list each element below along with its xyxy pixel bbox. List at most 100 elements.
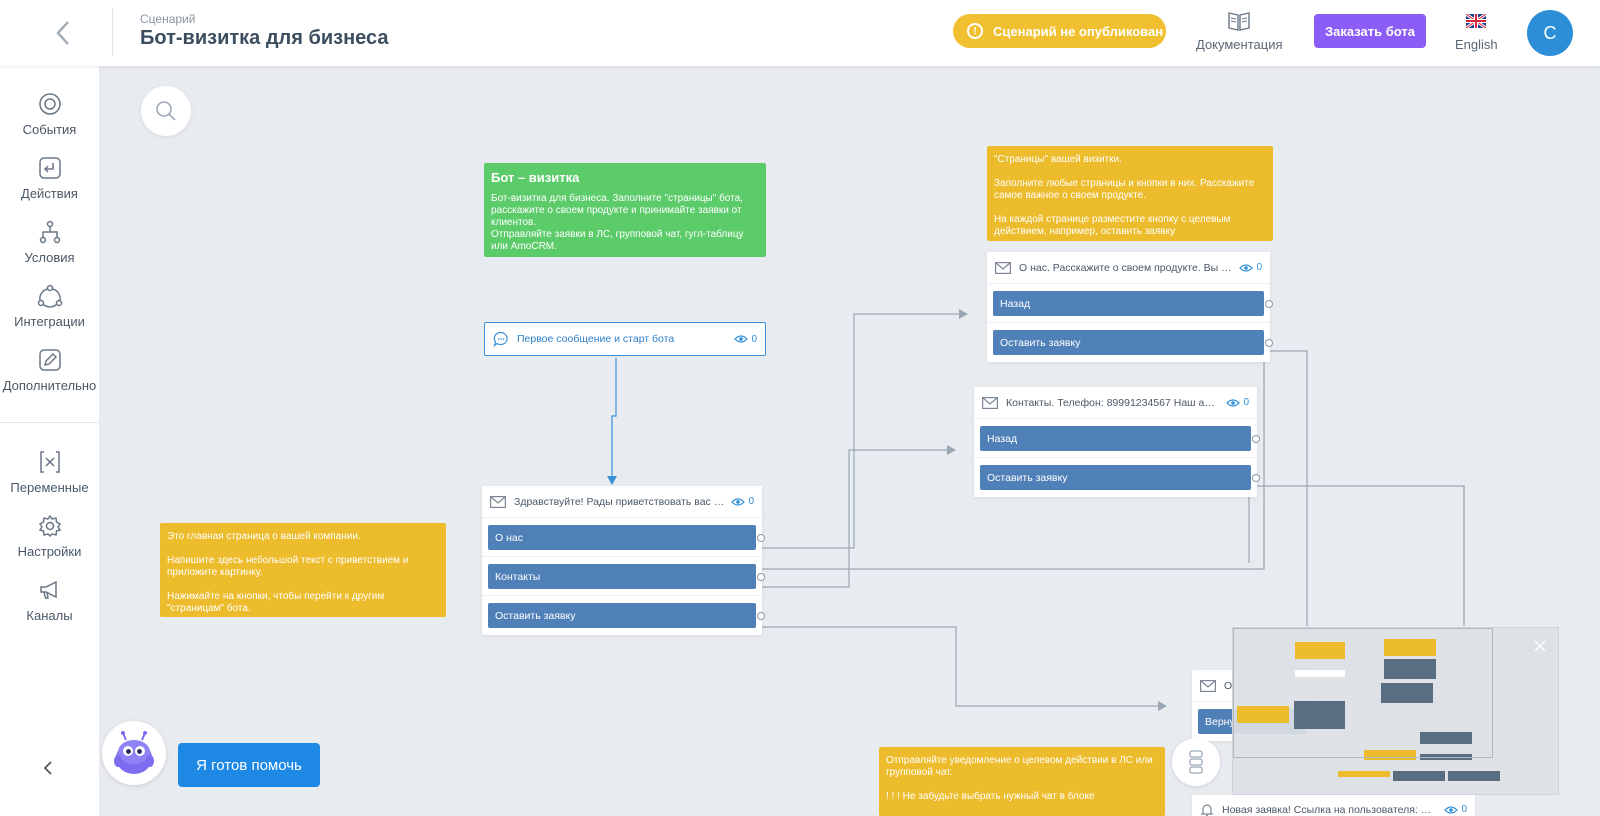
layout-tool-button[interactable] [1172,738,1220,786]
docs-label: Документация [1196,37,1283,52]
sidebar-item-variables[interactable]: Переменные [0,448,99,495]
views-count: 0 [1243,397,1249,408]
sidebar-item-label: Условия [24,250,75,265]
envelope-icon [995,261,1011,274]
eye-icon [734,335,749,343]
order-bot-button[interactable]: Заказать бота [1314,14,1426,48]
chevron-left-icon [56,21,69,45]
block-views: 0 [1239,262,1262,273]
back-button[interactable] [36,14,90,52]
block-views: 0 [1226,397,1249,408]
eye-icon [1226,398,1241,407]
button-row: Назад [974,419,1260,458]
eye-icon [1444,805,1459,814]
block-message-text: О нас. Расскажите о своем продукте. Вы м… [1019,261,1234,274]
pages-note-line-1: "Страницы" вашей визитки. [994,154,1122,165]
edit-icon [38,349,61,371]
warning-icon: ! [967,23,983,39]
start-block[interactable]: Первое сообщение и старт бота 0 [484,322,766,356]
minimap-viewport[interactable] [1233,628,1493,758]
page-title: Бот-визитка для бизнеса [140,27,389,49]
block-views: 0 [731,496,754,507]
contacts-message-block[interactable]: Контакты. Телефон: 89991234567 Наш адр..… [974,387,1260,497]
connector-port[interactable] [1265,339,1273,347]
block-message-text: Здравствуйте! Рады приветствовать вас в … [514,495,726,508]
flow-button-request[interactable]: Оставить заявку [980,465,1251,490]
connector-port[interactable] [757,573,765,581]
block-views: 0 [1444,804,1467,815]
flow-button-about[interactable]: О нас [488,525,756,550]
about-message-block[interactable]: О нас. Расскажите о своем продукте. Вы м… [987,252,1273,362]
sidebar-item-settings[interactable]: Настройки [0,512,99,559]
main-note-line-2: Напишите здесь небольшой текст с приветс… [167,555,409,578]
button-row: Назад [987,284,1273,323]
language-label: English [1455,37,1498,52]
welcome-message-block[interactable]: Здравствуйте! Рады приветствовать вас в … [482,486,765,635]
flow-button-back[interactable]: Назад [980,426,1251,451]
sidebar-item-channels[interactable]: Каналы [0,576,99,623]
block-header: О нас. Расскажите о своем продукте. Вы м… [987,252,1270,284]
minimap[interactable] [1232,627,1559,795]
canvas-search-button[interactable] [141,86,191,136]
connector-port[interactable] [757,534,765,542]
sidebar-item-additional[interactable]: Дополнительно [0,346,99,393]
connector-port[interactable] [757,612,765,620]
minimap-node [1448,771,1500,781]
flow-button-request[interactable]: Оставить заявку [993,330,1264,355]
pages-note-line-3: На каждой странице разместите кнопку с ц… [994,214,1231,237]
chevron-left-icon [43,761,52,775]
main-note-line-3: Нажимайте на кнопки, чтобы перейти к дру… [167,591,385,614]
block-message-text: Контакты. Телефон: 89991234567 Наш адр..… [1006,396,1221,409]
flow-button-contacts[interactable]: Контакты [488,564,756,589]
breadcrumb: Сценарий [140,12,196,26]
book-icon [1228,12,1250,31]
connector-port[interactable] [1252,435,1260,443]
sidebar-item-actions[interactable]: Действия [0,154,99,201]
gear-icon [38,514,61,538]
sidebar-item-integrations[interactable]: Интеграции [0,282,99,329]
publish-status-badge[interactable]: ! Сценарий не опубликован [953,14,1166,48]
flow-canvas[interactable]: Бот – визитка Бот-визитка для бизнеса. З… [99,66,1600,816]
sidebar-item-label: События [22,122,77,137]
language-switch[interactable]: English [1455,10,1498,52]
collapse-sidebar-button[interactable] [36,756,60,780]
return-arrow-icon [38,157,61,179]
views-count: 0 [1461,804,1467,815]
sidebar-item-label: Настройки [17,544,82,559]
sidebar-item-label: Действия [21,186,78,201]
minimap-close-button[interactable] [1532,638,1548,654]
robot-mascot-icon [114,731,154,774]
block-message-text: Новая заявка! Ссылка на пользователя: %u… [1222,803,1439,816]
notify-message-block[interactable]: Новая заявка! Ссылка на пользователя: %u… [1192,795,1475,816]
ready-to-help-button[interactable]: Я готов помочь [178,743,320,787]
docs-link[interactable]: Документация [1196,10,1283,52]
button-row: Оставить заявку [987,323,1273,362]
views-count: 0 [751,333,757,345]
flow-button-request[interactable]: Оставить заявку [488,603,756,628]
block-header: Здравствуйте! Рады приветствовать вас в … [482,486,762,518]
pages-note[interactable]: "Страницы" вашей визитки. Заполните любы… [987,146,1273,241]
sidebar-item-events[interactable]: События [0,90,99,137]
flow-button-back[interactable]: Назад [993,291,1264,316]
sidebar-item-label: Переменные [10,480,89,495]
cycle-icon [37,284,62,308]
main-note-line-1: Это главная страница о вашей компании. [167,531,361,542]
target-icon [38,93,61,115]
assistant-avatar[interactable] [102,721,166,785]
block-header: Новая заявка! Ссылка на пользователя: %u… [1192,795,1475,816]
envelope-icon [490,495,506,508]
minimap-node [1393,771,1445,781]
intro-note-text-2: Отправляйте заявки в ЛС, групповой чат, … [491,229,744,252]
sidebar-item-conditions[interactable]: Условия [0,218,99,265]
main-page-note[interactable]: Это главная страница о вашей компании. Н… [160,523,446,617]
notify-note-line-1: Отправляйте уведомление о целевом действ… [886,755,1153,778]
connector-port[interactable] [1252,474,1260,482]
envelope-icon [982,396,998,409]
user-avatar[interactable]: C [1527,10,1573,56]
notify-note[interactable]: Отправляйте уведомление о целевом действ… [879,747,1165,816]
intro-note-text: Бот-визитка для бизнеса. Заполните "стра… [491,193,743,228]
pages-note-line-2: Заполните любые страницы и кнопки в них.… [994,178,1255,201]
header-divider [112,8,113,56]
intro-note[interactable]: Бот – визитка Бот-визитка для бизнеса. З… [484,163,766,257]
connector-port[interactable] [1265,300,1273,308]
